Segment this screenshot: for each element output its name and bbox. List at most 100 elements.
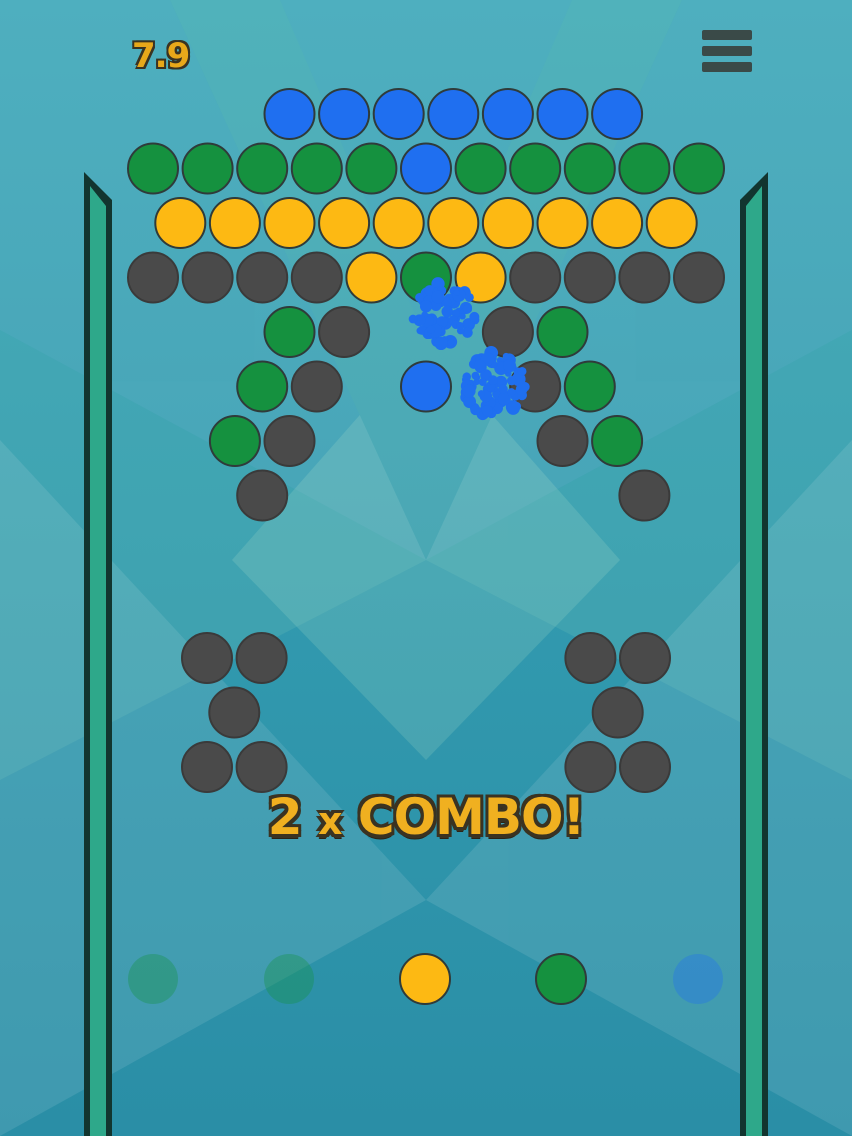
blue-bubble: [481, 88, 534, 140]
blue-bubble: [318, 88, 371, 140]
gray-bubble: [619, 632, 671, 684]
green-bubble: [563, 142, 616, 195]
pop-particle: [447, 339, 455, 347]
gray-bubble: [208, 686, 261, 739]
gray-bubble: [236, 251, 289, 304]
green-bubble: [509, 142, 562, 195]
gray-bubble: [235, 632, 288, 684]
gray-bubble: [181, 632, 233, 684]
pop-particle: [419, 300, 433, 313]
pop-particle: [478, 378, 487, 387]
green-bubble: [236, 360, 289, 413]
yellow-bubble: [318, 197, 371, 249]
gray-bubble: [591, 686, 644, 739]
queued-bubble[interactable]: [535, 953, 587, 1005]
queued-bubble: [128, 954, 178, 1004]
gray-bubble: [181, 251, 234, 304]
menu-bar: [702, 30, 752, 40]
pop-particle: [415, 293, 425, 303]
green-bubble: [618, 142, 671, 195]
pop-particle: [502, 352, 510, 360]
pop-particle: [517, 366, 527, 376]
gray-bubble: [563, 251, 616, 304]
combo-banner: 2 x COMBO!: [0, 788, 852, 846]
green-bubble: [591, 415, 644, 467]
gray-bubble: [181, 741, 233, 793]
score-label: 7.9: [132, 36, 190, 76]
green-bubble: [208, 415, 261, 467]
gray-bubble: [536, 415, 589, 467]
gray-bubble: [564, 741, 617, 793]
pop-particle: [507, 388, 516, 397]
yellow-bubble: [481, 197, 534, 249]
pop-particle: [408, 314, 418, 324]
combo-count: 2: [267, 788, 303, 846]
yellow-bubble: [154, 197, 207, 249]
green-bubble: [181, 142, 234, 195]
pop-particle: [441, 305, 454, 318]
pop-particle: [506, 375, 517, 386]
blue-bubble: [372, 88, 425, 140]
yellow-bubble: [645, 197, 698, 249]
gray-bubble: [318, 306, 371, 358]
combo-multiplier: x: [317, 799, 342, 843]
yellow-bubble: [536, 197, 589, 249]
gray-bubble: [618, 469, 671, 522]
yellow-bubble: [208, 197, 261, 249]
gray-bubble: [263, 415, 316, 467]
pop-particle: [498, 384, 508, 394]
green-bubble: [673, 142, 725, 195]
pop-particle: [469, 311, 480, 322]
pop-particle: [462, 304, 473, 314]
pop-particle: [434, 336, 448, 351]
gray-bubble: [127, 251, 179, 304]
pop-particle: [503, 359, 517, 373]
yellow-bubble: [591, 197, 644, 249]
green-bubble: [236, 142, 289, 195]
gray-bubble: [235, 741, 288, 793]
green-bubble: [127, 142, 179, 195]
pop-particle: [431, 290, 445, 304]
pop-particle: [488, 375, 498, 385]
green-bubble: [263, 306, 316, 358]
pop-particle: [456, 321, 464, 330]
gray-bubble: [619, 741, 671, 793]
pop-particle: [453, 289, 460, 297]
gray-bubble: [564, 632, 617, 684]
menu-bar: [702, 62, 752, 72]
yellow-bubble: [263, 197, 316, 249]
menu-bar: [702, 46, 752, 56]
green-bubble: [536, 306, 589, 358]
gray-bubble: [673, 251, 725, 304]
pop-particle: [471, 371, 480, 380]
pop-particle: [462, 384, 476, 398]
green-bubble: [345, 142, 398, 195]
blue-bubble: [536, 88, 589, 140]
current-shooter-bubble[interactable]: [399, 953, 451, 1005]
pop-particle: [481, 405, 494, 417]
green-bubble: [290, 142, 343, 195]
gray-bubble: [509, 251, 562, 304]
pop-particle: [515, 383, 528, 396]
queued-bubble: [264, 954, 314, 1004]
bubble-board: [127, 88, 725, 1005]
blue-bubble: [427, 88, 480, 140]
queued-bubble: [673, 954, 723, 1004]
pop-particle: [470, 404, 481, 416]
green-bubble: [563, 360, 616, 413]
pop-particle: [464, 292, 474, 302]
gray-bubble: [290, 251, 343, 304]
pop-particle: [473, 359, 486, 372]
yellow-bubble: [345, 251, 398, 304]
blue-bubble: [591, 88, 644, 140]
green-bubble: [454, 142, 507, 195]
hamburger-menu-icon[interactable]: [702, 30, 752, 80]
pop-particle: [459, 313, 466, 320]
blue-bubble: [400, 142, 452, 195]
blue-bubble: [400, 360, 452, 413]
combo-label: COMBO!: [357, 788, 585, 846]
yellow-bubble: [427, 197, 480, 249]
gray-bubble: [236, 469, 289, 522]
gray-bubble: [618, 251, 671, 304]
pop-particle: [477, 390, 486, 398]
